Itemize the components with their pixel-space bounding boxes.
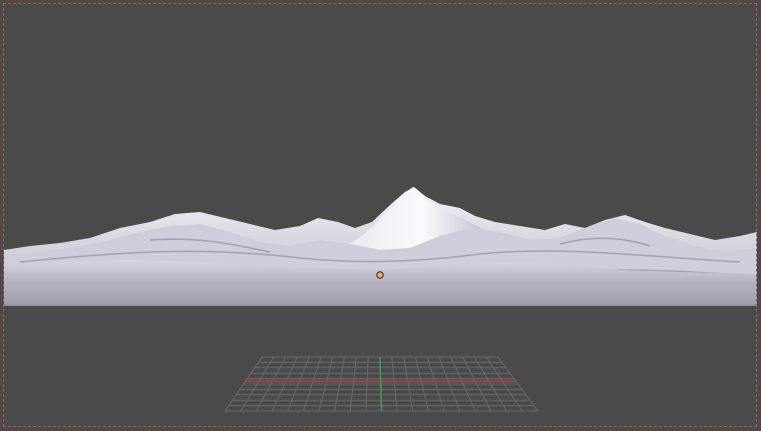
floor-grid (224, 356, 539, 412)
viewport-canvas[interactable] (0, 0, 761, 431)
landscape-mesh[interactable] (4, 187, 758, 306)
object-origin-marker[interactable] (376, 271, 384, 279)
3d-viewport[interactable] (0, 0, 761, 431)
grid-y-axis (379, 356, 383, 412)
